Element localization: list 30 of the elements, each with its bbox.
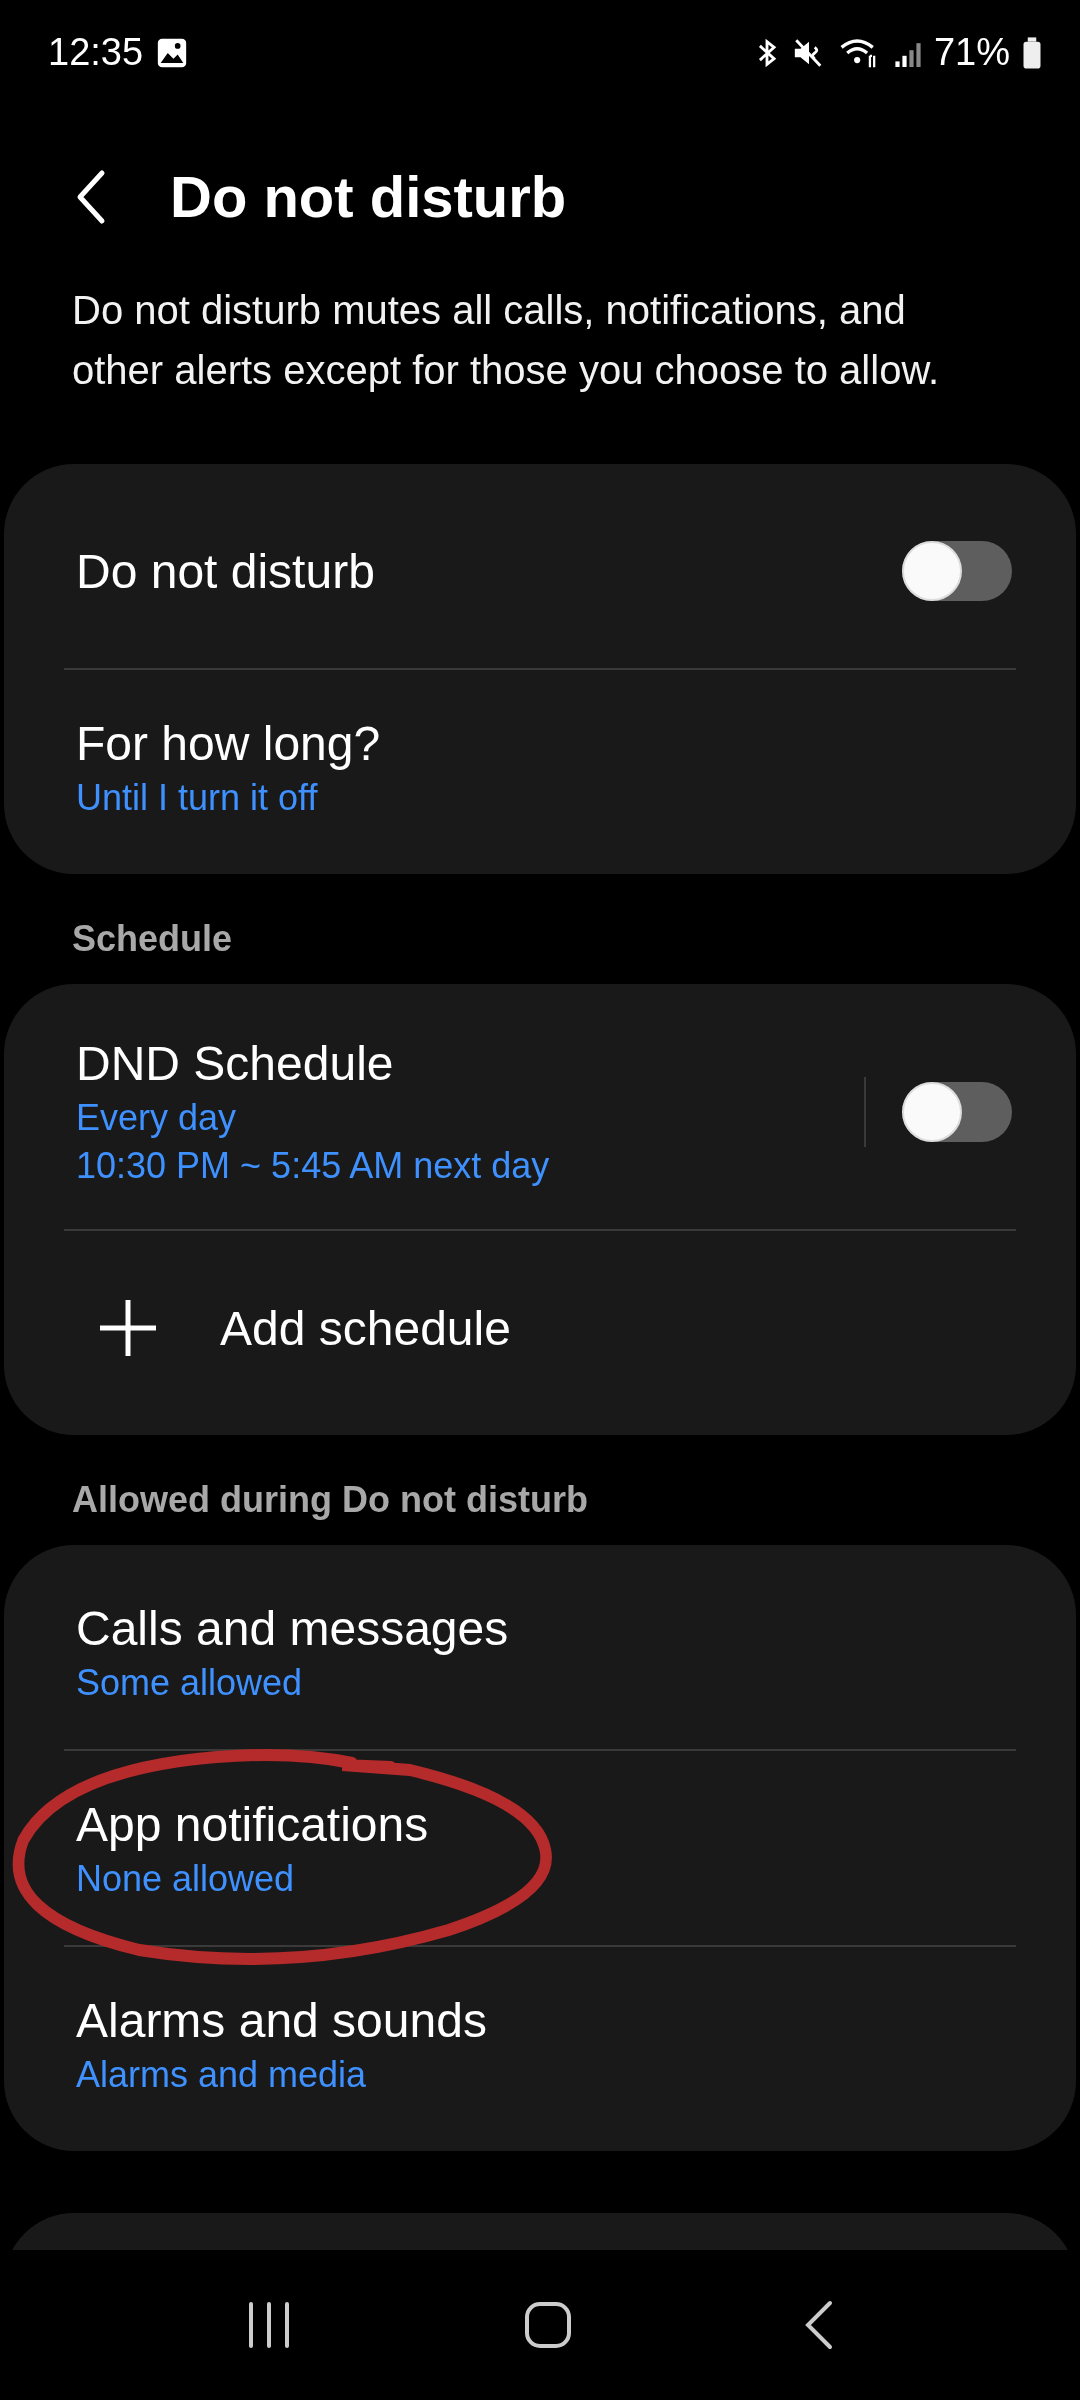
row-subtitle: Some allowed	[76, 1661, 304, 1704]
row-subtitle: None allowed	[76, 1857, 296, 1900]
page-title: Do not disturb	[170, 163, 567, 230]
row-title: App notifications	[76, 1796, 430, 1852]
settings-row[interactable]: Alarms and sounds Alarms and media	[4, 1947, 1076, 2141]
settings-row[interactable]: App notifications None allowed	[4, 1751, 1076, 1945]
back-nav-button[interactable]	[804, 2300, 835, 2350]
settings-row[interactable]: Calls and messages Some allowed	[4, 1555, 1076, 1749]
settings-row[interactable]: For how long? Until I turn it off	[4, 670, 1076, 864]
battery-icon	[1022, 35, 1042, 70]
section-heading: Allowed during Do not disturb	[71, 1478, 589, 1522]
settings-row[interactable]: Do not disturb	[4, 474, 1076, 668]
row-title: Calls and messages	[76, 1600, 510, 1656]
description-text: Do not disturb mutes all calls, notifications, and other alerts except for those you choose to allow.	[72, 287, 941, 394]
row-subtitle: Alarms and media	[76, 2053, 368, 2096]
settings-row[interactable]: DND Schedule Every day 10:30 PM ~ 5:45 AM next day	[4, 994, 1076, 1229]
row-detail: 10:30 PM ~ 5:45 AM next day	[76, 1145, 551, 1187]
section-heading: Schedule	[71, 917, 234, 961]
battery-percent: 71%	[933, 31, 1010, 74]
row-title: For how long?	[76, 715, 382, 771]
toggle-switch[interactable]	[902, 541, 1012, 601]
status-time: 12:35	[48, 31, 144, 74]
home-button[interactable]	[523, 2300, 573, 2350]
row-title: Alarms and sounds	[76, 1992, 488, 2048]
row-title: Add schedule	[220, 1300, 512, 1356]
row-title: DND Schedule	[76, 1036, 395, 1091]
row-subtitle: Every day	[76, 1097, 238, 1139]
row-title: Do not disturb	[76, 543, 376, 599]
row-subtitle: Until I turn it off	[76, 776, 319, 819]
settings-row[interactable]: Add schedule	[4, 1231, 1076, 1425]
